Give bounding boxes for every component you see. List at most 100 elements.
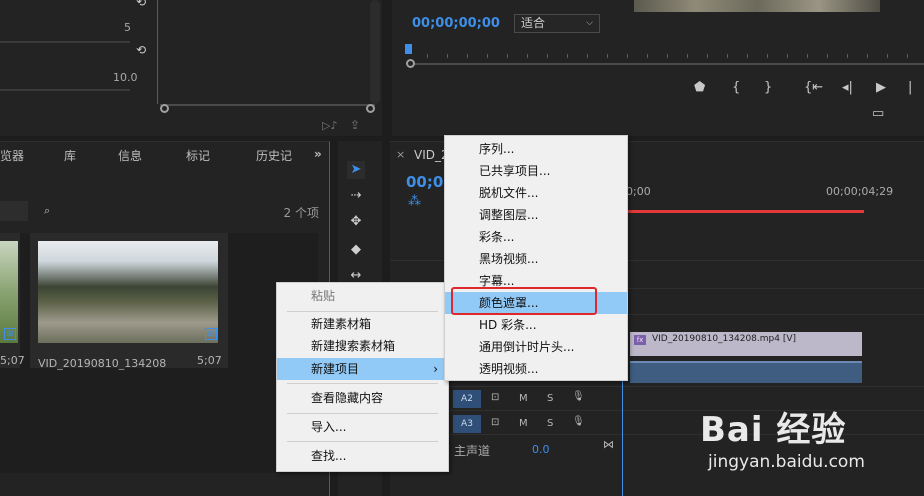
- time-ruler[interactable]: [407, 46, 924, 58]
- clip-preview-image: [38, 241, 218, 343]
- mark-out-icon[interactable]: }: [764, 80, 772, 95]
- track-output-icon[interactable]: ⊡: [491, 392, 499, 403]
- track-select-tool-icon[interactable]: ⇢: [347, 187, 365, 205]
- ruler-label-end: 00;00;04;29: [826, 185, 894, 198]
- add-marker-icon[interactable]: ⬟: [694, 80, 705, 95]
- fx-badge: fx: [634, 335, 646, 345]
- tab-media-browser[interactable]: 览器: [0, 147, 24, 164]
- chevron-down-icon: ⌵: [586, 18, 593, 28]
- effect-controls-panel: ⟲ 5 ⟲ 10.0 ▷♪ ⇪: [0, 0, 382, 136]
- ruler-label-start: 0;00: [626, 185, 651, 198]
- mic-icon[interactable]: 🎙: [572, 416, 585, 427]
- mark-in-icon[interactable]: {: [732, 80, 740, 95]
- submenu-item-countdown-leader[interactable]: 通用倒计时片头...: [445, 336, 627, 358]
- solo-button[interactable]: S: [547, 393, 553, 404]
- playhead-marker[interactable]: [405, 44, 412, 54]
- scrub-bar[interactable]: [412, 63, 924, 65]
- menu-item-import[interactable]: 导入...: [277, 416, 448, 438]
- panel-overflow-icon[interactable]: »: [314, 147, 322, 161]
- submenu-item-offline-file[interactable]: 脱机文件...: [445, 182, 627, 204]
- menu-item-new-item-label: 新建项目: [311, 362, 360, 376]
- chevron-right-icon: ›: [433, 362, 438, 376]
- scrub-handle[interactable]: [406, 59, 415, 68]
- tab-libraries[interactable]: 库: [64, 147, 76, 164]
- submenu-item-shared-project[interactable]: 已共享项目...: [445, 160, 627, 182]
- ripple-edit-tool-icon[interactable]: ✥: [347, 213, 365, 231]
- track-a3-header[interactable]: A3: [453, 415, 481, 433]
- video-clip-name: VID_20190810_134208.mp4 [V]: [652, 334, 797, 344]
- play-icon[interactable]: ▶: [876, 80, 886, 95]
- mute-button[interactable]: M: [519, 418, 528, 429]
- clip-duration: 5;07: [197, 354, 222, 367]
- watermark-url: jingyan.baidu.com: [708, 452, 865, 472]
- menu-item-find[interactable]: 查找...: [277, 445, 448, 467]
- go-to-in-icon[interactable]: {⇤: [804, 80, 823, 95]
- menu-item-paste[interactable]: 粘贴: [277, 285, 448, 307]
- submenu-item-hd-bars[interactable]: HD 彩条...: [445, 314, 627, 336]
- export-frame-icon[interactable]: ▭: [872, 106, 884, 121]
- audio-output-icon[interactable]: ▷♪: [322, 119, 337, 132]
- export-icon[interactable]: ⇪: [350, 118, 360, 132]
- solo-button[interactable]: S: [547, 418, 553, 429]
- param-value[interactable]: 10.0: [113, 71, 138, 84]
- reset-icon[interactable]: ⟲: [136, 44, 148, 56]
- submenu-item-black-video[interactable]: 黑场视频...: [445, 248, 627, 270]
- master-track-label: 主声道: [454, 444, 491, 458]
- step-back-icon[interactable]: ◂|: [842, 80, 853, 95]
- razor-tool-icon[interactable]: ◆: [347, 241, 365, 259]
- playhead-line: [157, 0, 158, 104]
- close-tab-icon[interactable]: ×: [396, 148, 405, 161]
- scroll-handle-left[interactable]: [160, 104, 169, 113]
- step-forward-icon[interactable]: |: [908, 80, 912, 95]
- menu-item-view-hidden[interactable]: 查看隐藏内容: [277, 387, 448, 409]
- submenu-item-bars-and-tone[interactable]: 彩条...: [445, 226, 627, 248]
- menu-separator: [287, 311, 438, 312]
- track-a2-header[interactable]: A2: [453, 390, 481, 408]
- baidu-jingyan-watermark: Bai 经验 jingyan.baidu.com: [700, 400, 920, 490]
- context-menu: 粘贴 新建素材箱 新建搜索素材箱 新建项目 › 查看隐藏内容 导入... 查找.…: [276, 282, 449, 472]
- slider-track[interactable]: [0, 41, 130, 43]
- horizontal-scrollbar[interactable]: [160, 104, 375, 112]
- snap-icon[interactable]: ⁂: [408, 194, 421, 209]
- clip-thumbnail[interactable]: ⊞ 5;07: [0, 233, 25, 368]
- tab-markers[interactable]: 标记: [186, 147, 210, 164]
- selection-tool-icon[interactable]: ➤: [347, 161, 365, 179]
- clip-type-icon: ⊞: [205, 328, 217, 340]
- track-output-icon[interactable]: ⊡: [491, 417, 499, 428]
- video-clip[interactable]: fx VID_20190810_134208.mp4 [V]: [630, 332, 862, 356]
- scroll-handle-right[interactable]: [366, 104, 375, 113]
- tab-history[interactable]: 历史记: [256, 147, 292, 164]
- tab-info[interactable]: 信息: [118, 147, 142, 164]
- submenu-item-adjustment-layer[interactable]: 调整图层...: [445, 204, 627, 226]
- playhead-timecode[interactable]: 00;00;00;00: [412, 16, 500, 31]
- mic-icon[interactable]: 🎙: [572, 391, 585, 402]
- go-to-end-icon[interactable]: ⋈: [603, 438, 614, 451]
- items-count: 2 个项: [283, 206, 319, 220]
- menu-item-new-bin[interactable]: 新建素材箱: [277, 313, 448, 335]
- menu-item-new-search-bin[interactable]: 新建搜索素材箱: [277, 335, 448, 357]
- reset-icon[interactable]: ⟲: [136, 0, 148, 8]
- menu-separator: [287, 441, 438, 442]
- clip-duration: 5;07: [0, 354, 25, 367]
- mute-button[interactable]: M: [519, 393, 528, 404]
- bin-content-area[interactable]: ⊞ 5;07 ⊞ VID_20190810_134208 5;07: [0, 233, 318, 473]
- zoom-fit-dropdown[interactable]: 适合 ⌵: [514, 14, 600, 33]
- render-status-bar: [626, 210, 864, 213]
- new-item-submenu: 序列... 已共享项目... 脱机文件... 调整图层... 彩条... 黑场视…: [444, 135, 628, 381]
- param-value[interactable]: 5: [124, 21, 131, 34]
- watermark-logo: Bai 经验: [700, 410, 847, 450]
- find-icon[interactable]: ⌕: [44, 204, 50, 218]
- highlight-callout-box: [451, 287, 597, 315]
- clip-thumbnail[interactable]: ⊞ VID_20190810_134208 5;07: [30, 233, 228, 370]
- menu-separator: [287, 383, 438, 384]
- search-input[interactable]: [0, 201, 28, 221]
- vertical-scrollbar[interactable]: [370, 0, 380, 104]
- master-volume-value[interactable]: 0.0: [532, 443, 550, 456]
- menu-item-new-item[interactable]: 新建项目 ›: [277, 358, 448, 380]
- submenu-item-transparent-video[interactable]: 透明视频...: [445, 358, 627, 380]
- slider-track[interactable]: [0, 89, 130, 91]
- video-preview: [634, 0, 880, 12]
- submenu-item-sequence[interactable]: 序列...: [445, 138, 627, 160]
- sequence-timecode[interactable]: 00;0: [406, 173, 443, 191]
- audio-clip[interactable]: [630, 361, 862, 383]
